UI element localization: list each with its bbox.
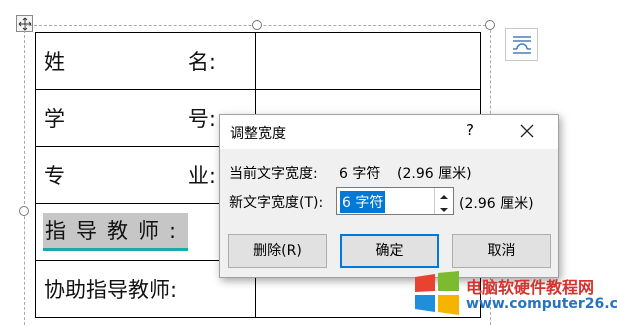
text-frame-border	[24, 25, 25, 325]
current-width-value: 6 字符	[339, 166, 381, 182]
new-width-input-value[interactable]: 6 字符	[340, 191, 386, 213]
label-colon: :	[170, 278, 178, 302]
watermark-url: www.computer26.com	[466, 296, 617, 312]
label-char: 业	[187, 164, 209, 188]
close-button[interactable]	[516, 120, 538, 142]
spin-buttons	[434, 188, 453, 214]
move-arrows-icon	[18, 17, 32, 31]
layout-options-icon	[513, 36, 531, 54]
label-char: 专	[44, 164, 65, 188]
label-char: 号	[187, 107, 209, 131]
label-text: 协助指导教师	[44, 278, 170, 302]
table-cell-label[interactable]: 姓 名:	[35, 32, 256, 90]
new-width-cm: (2.96 厘米)	[459, 196, 534, 212]
spin-down-button[interactable]	[435, 201, 453, 214]
label-colon: :	[208, 107, 216, 131]
triangle-down-icon	[440, 208, 448, 212]
dialog-titlebar[interactable]: 调整宽度 ?	[220, 115, 558, 149]
selected-text[interactable]: 指导教师:	[43, 213, 189, 251]
resize-handle-top[interactable]	[252, 20, 262, 30]
current-width-label: 当前文字宽度:	[229, 166, 318, 182]
label-char: 名	[187, 50, 209, 74]
new-width-spinbox[interactable]: 6 字符	[336, 187, 454, 215]
current-width-cm: (2.96 厘米)	[397, 166, 472, 182]
ok-button[interactable]: 确定	[340, 234, 439, 268]
delete-button[interactable]: 删除(R)	[228, 234, 327, 268]
windows-logo-icon	[415, 271, 459, 315]
spin-up-button[interactable]	[435, 188, 453, 202]
resize-handle-top-right[interactable]	[485, 20, 495, 30]
label-char: 姓	[44, 50, 65, 74]
label-char: 学	[44, 107, 65, 131]
watermark-title: 电脑软硬件教程网	[466, 278, 595, 297]
help-button[interactable]: ?	[466, 121, 474, 139]
close-icon	[520, 124, 534, 138]
label-colon: :	[169, 219, 187, 243]
label-colon: :	[208, 50, 216, 74]
label-text: 指导教师	[45, 219, 169, 243]
resize-handle-left[interactable]	[19, 206, 29, 216]
layout-options-button[interactable]	[505, 28, 538, 61]
dialog-title: 调整宽度	[230, 126, 286, 142]
table-row: 姓 名:	[35, 32, 481, 90]
adjust-width-dialog: 调整宽度 ? 当前文字宽度: 6 字符 (2.96 厘米) 新文字宽度(T): …	[219, 114, 559, 278]
table-cell-value[interactable]	[255, 32, 481, 90]
new-width-label: 新文字宽度(T):	[229, 195, 324, 211]
label-colon: :	[208, 164, 216, 188]
cancel-button[interactable]: 取消	[452, 234, 551, 268]
